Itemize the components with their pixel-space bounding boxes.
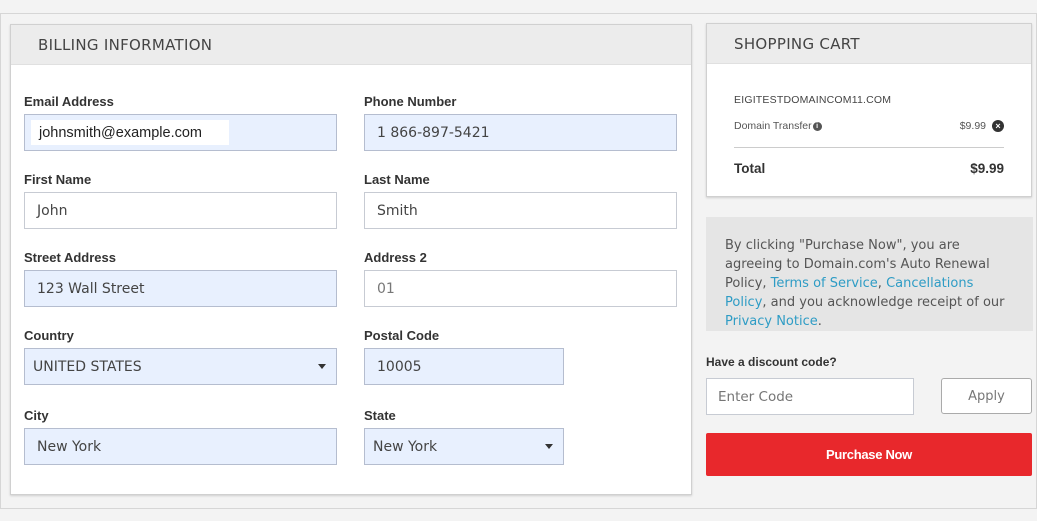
phone-field-group: Phone Number 1 866-897-5421	[364, 94, 677, 151]
email-value: johnsmith@example.com	[31, 120, 229, 145]
country-value: UNITED STATES	[33, 358, 142, 375]
first-name-label: First Name	[24, 172, 92, 187]
apply-button[interactable]: Apply	[941, 378, 1032, 414]
first-name-input[interactable]: John	[24, 192, 337, 229]
cart-title: SHOPPING CART	[707, 24, 1031, 64]
postal-input[interactable]: 10005	[364, 348, 564, 385]
first-name-field-group: First Name John	[24, 172, 337, 229]
street-field-group: Street Address 123 Wall Street	[24, 250, 337, 307]
last-name-field-group: Last Name Smith	[364, 172, 677, 229]
email-field-group: Email Address johnsmith@example.com	[24, 94, 337, 151]
close-circle-icon[interactable]: ×	[992, 120, 1004, 132]
last-name-label: Last Name	[364, 172, 430, 187]
purchase-now-button[interactable]: Purchase Now	[706, 433, 1032, 476]
city-field-group: City New York	[24, 408, 337, 465]
agreement-notice: By clicking "Purchase Now", you are agre…	[706, 217, 1033, 331]
address2-label: Address 2	[364, 250, 427, 265]
state-value: New York	[373, 438, 438, 455]
city-label: City	[24, 408, 49, 423]
info-icon[interactable]: i	[812, 122, 822, 131]
billing-panel: BILLING INFORMATION Email Address johnsm…	[10, 24, 692, 495]
country-field-group: Country UNITED STATES	[24, 328, 337, 385]
email-input[interactable]: johnsmith@example.com	[24, 114, 337, 151]
address2-input[interactable]: 01	[364, 270, 677, 307]
last-name-input[interactable]: Smith	[364, 192, 677, 229]
terms-of-service-link[interactable]: Terms of Service	[771, 276, 878, 291]
cart-total-label: Total	[734, 161, 766, 176]
cart-line-item: Domain Transfer i $9.99 ×	[734, 120, 1004, 132]
country-label: Country	[24, 328, 74, 343]
cart-item-price-group: $9.99 ×	[960, 120, 1004, 132]
agreement-text-4: .	[817, 314, 822, 329]
billing-title: BILLING INFORMATION	[11, 25, 691, 65]
postal-field-group: Postal Code 10005	[364, 328, 564, 385]
chevron-down-icon	[318, 364, 326, 369]
discount-code-input[interactable]	[706, 378, 914, 415]
address2-field-group: Address 2 01	[364, 250, 677, 307]
cart-total-value: $9.99	[970, 161, 1004, 176]
cart-item-label: Domain Transfer	[734, 120, 812, 132]
state-label: State	[364, 408, 396, 423]
postal-label: Postal Code	[364, 328, 440, 343]
email-label: Email Address	[24, 94, 114, 109]
cart-item-price: $9.99	[959, 120, 986, 132]
cart-domain-name: EIGITESTDOMAINCOM11.COM	[734, 94, 892, 106]
cart-divider	[734, 147, 1004, 148]
state-field-group: State New York	[364, 408, 564, 465]
state-select[interactable]: New York	[364, 428, 564, 465]
phone-label: Phone Number	[364, 94, 457, 109]
cart-item-label-group: Domain Transfer i	[734, 120, 822, 132]
country-select[interactable]: UNITED STATES	[24, 348, 337, 385]
shopping-cart-panel: SHOPPING CART EIGITESTDOMAINCOM11.COM Do…	[706, 23, 1032, 197]
agreement-text-3: , and you acknowledge receipt of our	[762, 295, 1005, 310]
street-label: Street Address	[24, 250, 116, 265]
street-input[interactable]: 123 Wall Street	[24, 270, 337, 307]
city-input[interactable]: New York	[24, 428, 337, 465]
cart-total-row: Total $9.99	[734, 161, 1004, 176]
phone-input[interactable]: 1 866-897-5421	[364, 114, 677, 151]
discount-label: Have a discount code?	[706, 355, 837, 369]
chevron-down-icon	[545, 444, 553, 449]
privacy-notice-link[interactable]: Privacy Notice	[725, 314, 818, 329]
agreement-text-2: ,	[877, 276, 887, 291]
